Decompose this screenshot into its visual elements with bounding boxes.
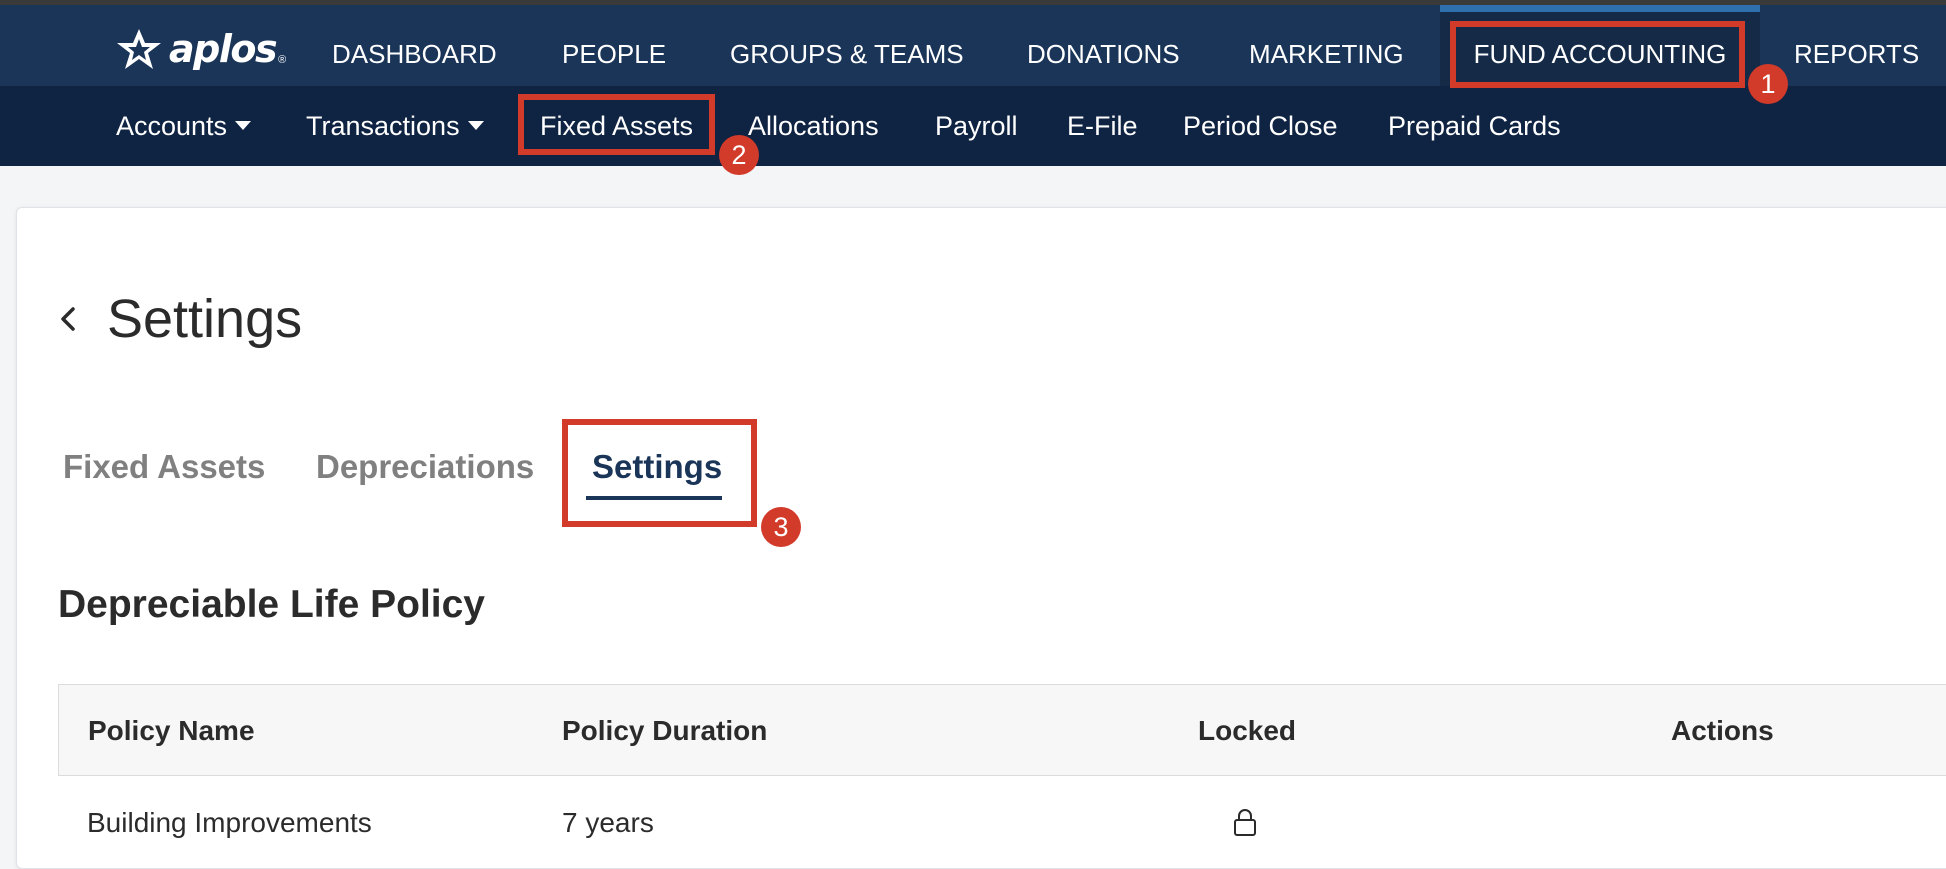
highlight-box-fund-accounting <box>1450 21 1745 88</box>
step-badge-1: 1 <box>1748 64 1788 104</box>
star-logo-icon <box>117 29 161 69</box>
step-badge-2: 2 <box>719 135 759 175</box>
column-header-policy-duration[interactable]: Policy Duration <box>562 708 767 754</box>
subnav-prepaid-cards[interactable]: Prepaid Cards <box>1388 86 1561 166</box>
subnav-payroll[interactable]: Payroll <box>935 86 1018 166</box>
highlight-box-fixed-assets <box>518 94 715 155</box>
nav-groups-teams[interactable]: GROUPS & TEAMS <box>730 5 964 86</box>
logo-wordmark: aplos <box>169 27 278 71</box>
column-header-actions: Actions <box>1671 715 1774 746</box>
subnav-accounts-label: Accounts <box>116 111 228 141</box>
nav-people[interactable]: PEOPLE <box>562 5 666 86</box>
nav-reports[interactable]: REPORTS <box>1794 5 1919 86</box>
step-badge-3: 3 <box>761 507 801 547</box>
table-header-row <box>58 684 1946 776</box>
subnav-accounts[interactable]: Accounts <box>116 86 252 166</box>
tab-depreciations[interactable]: Depreciations <box>316 440 534 494</box>
tab-fixed-assets[interactable]: Fixed Assets <box>63 440 265 494</box>
nav-donations[interactable]: DONATIONS <box>1027 5 1180 86</box>
cell-policy-name: Building Improvements <box>87 807 372 838</box>
subnav-e-file[interactable]: E-File <box>1067 86 1138 166</box>
caret-down-icon <box>235 121 252 131</box>
subnav-transactions[interactable]: Transactions <box>306 86 484 166</box>
nav-marketing[interactable]: MARKETING <box>1249 5 1404 86</box>
column-header-policy-name[interactable]: Policy Name <box>88 708 255 754</box>
aplos-logo[interactable]: aplos ® <box>113 27 286 71</box>
subnav-transactions-label: Transactions <box>306 111 460 141</box>
highlight-box-settings-tab <box>562 419 757 527</box>
section-title: Depreciable Life Policy <box>58 583 486 626</box>
subnav-period-close[interactable]: Period Close <box>1183 86 1338 166</box>
registered-mark: ® <box>278 54 287 66</box>
chevron-left-icon[interactable] <box>57 303 79 335</box>
cell-policy-duration: 7 years <box>562 807 654 838</box>
column-header-locked[interactable]: Locked <box>1198 708 1296 754</box>
page-title: Settings <box>107 289 303 349</box>
lock-icon <box>1234 809 1256 836</box>
caret-down-icon <box>467 121 484 131</box>
nav-dashboard[interactable]: DASHBOARD <box>332 5 497 86</box>
subnav-allocations[interactable]: Allocations <box>748 86 879 166</box>
